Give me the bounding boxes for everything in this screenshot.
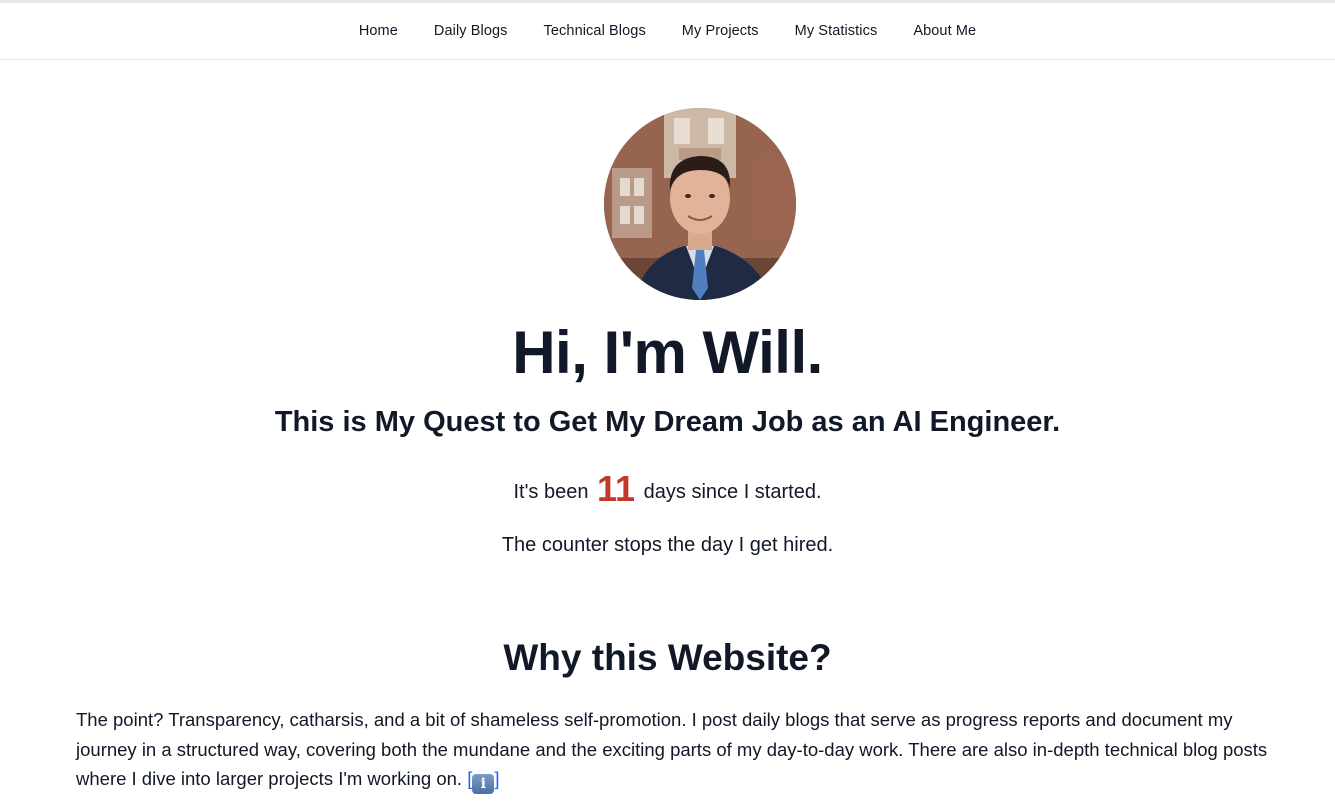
why-section-body: The point? Transparency, catharsis, and … bbox=[76, 705, 1286, 794]
main-nav: Home Daily Blogs Technical Blogs My Proj… bbox=[0, 3, 1335, 60]
day-counter: It's been 11 days since I started. bbox=[0, 468, 1335, 510]
profile-photo bbox=[604, 108, 796, 300]
hero-subtitle: This is My Quest to Get My Dream Job as … bbox=[274, 406, 1061, 438]
counter-suffix: days since I started. bbox=[643, 481, 822, 503]
nav-my-projects[interactable]: My Projects bbox=[682, 23, 759, 39]
nav-about-me[interactable]: About Me bbox=[913, 23, 976, 39]
avatar bbox=[604, 108, 796, 300]
hero-title: Hi, I'm Will. bbox=[512, 319, 823, 386]
nav-my-statistics[interactable]: My Statistics bbox=[795, 23, 878, 39]
counter-prefix: It's been bbox=[513, 481, 589, 503]
counter-stop-note: The counter stops the day I get hired. bbox=[501, 534, 834, 556]
counter-value: 11 bbox=[597, 468, 636, 509]
nav-daily-blogs[interactable]: Daily Blogs bbox=[434, 23, 508, 39]
nav-technical-blogs[interactable]: Technical Blogs bbox=[544, 23, 646, 39]
why-section-title: Why this Website? bbox=[503, 637, 832, 678]
why-body-text: The point? Transparency, catharsis, and … bbox=[76, 709, 1268, 789]
information-icon: i bbox=[472, 774, 495, 794]
nav-home[interactable]: Home bbox=[359, 23, 398, 39]
info-link-close: ] bbox=[494, 768, 500, 789]
info-link[interactable]: [i] bbox=[467, 768, 500, 794]
